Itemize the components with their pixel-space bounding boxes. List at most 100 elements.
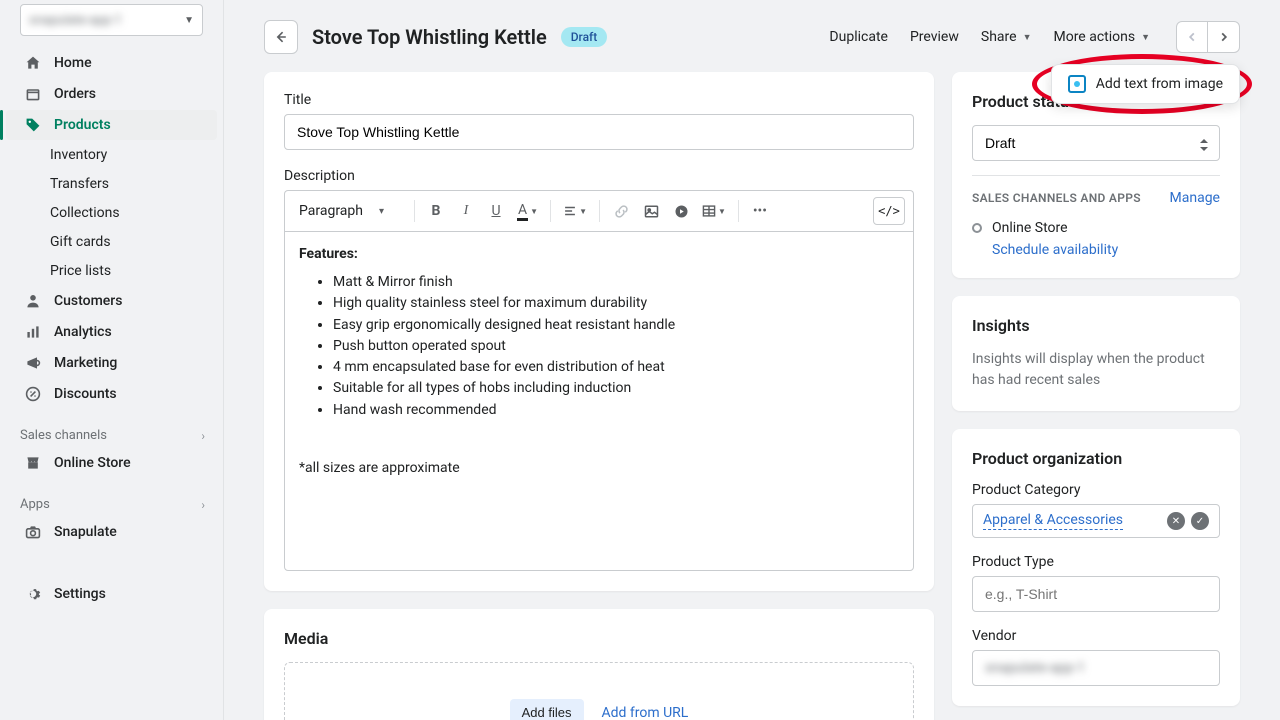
manage-link[interactable]: Manage	[1170, 190, 1220, 206]
divider	[550, 200, 551, 222]
category-tag: Apparel & Accessories	[983, 512, 1123, 530]
chevron-down-icon: ▼	[184, 15, 194, 26]
chevron-right-icon: ›	[201, 498, 205, 512]
nav-label: Transfers	[50, 176, 109, 192]
nav-app-snapulate[interactable]: Snapulate	[6, 517, 217, 547]
channel-name: Online Store	[992, 220, 1068, 236]
product-type-input[interactable]	[972, 576, 1220, 612]
preview-action[interactable]: Preview	[910, 29, 959, 45]
editor-toolbar: Paragraph B I U A▼ ▼ ▼ ••	[284, 190, 914, 231]
nav-discounts[interactable]: Discounts	[6, 379, 217, 409]
table-icon	[702, 204, 716, 218]
nav-label: Inventory	[50, 147, 107, 163]
feature: Suitable for all types of hobs including…	[333, 378, 899, 398]
nav-analytics[interactable]: Analytics	[6, 317, 217, 347]
divider	[414, 200, 415, 222]
sales-channels-header[interactable]: Sales channels ›	[0, 420, 223, 447]
features-heading: Features:	[299, 246, 358, 262]
arrow-left-icon	[273, 29, 289, 45]
vendor-input[interactable]: snapulate-app-1	[972, 650, 1220, 686]
marketing-icon	[24, 354, 42, 372]
gear-icon	[24, 585, 42, 603]
prev-button[interactable]	[1176, 21, 1208, 53]
nav-label: Orders	[54, 86, 96, 102]
code-view-button[interactable]: </>	[873, 197, 905, 225]
media-dropzone[interactable]: Add files Add from URL	[284, 662, 914, 720]
italic-button[interactable]: I	[453, 198, 479, 224]
tag-icon	[24, 116, 42, 134]
nav-price-lists[interactable]: Price lists	[6, 257, 217, 285]
format-select[interactable]: Paragraph	[293, 199, 406, 223]
back-button[interactable]	[264, 20, 298, 54]
share-action[interactable]: Share▼	[981, 29, 1032, 45]
chevron-down-icon: ▼	[1023, 32, 1032, 43]
camera-icon	[24, 523, 42, 541]
link-icon	[614, 204, 629, 219]
divider	[972, 175, 1220, 176]
category-input[interactable]: Apparel & Accessories ✕ ✓	[972, 504, 1220, 538]
nav-label: Price lists	[50, 263, 111, 279]
nav-settings[interactable]: Settings	[6, 579, 217, 609]
camera-icon	[1068, 75, 1086, 93]
discount-icon	[24, 385, 42, 403]
nav-online-store[interactable]: Online Store	[6, 448, 217, 478]
category-label: Product Category	[972, 482, 1220, 498]
bold-button[interactable]: B	[423, 198, 449, 224]
image-icon	[644, 204, 659, 219]
nav-label: Discounts	[54, 386, 117, 402]
chevron-left-icon	[1186, 31, 1198, 43]
sizes-note: *all sizes are approximate	[299, 460, 899, 476]
next-button[interactable]	[1208, 21, 1240, 53]
more-button[interactable]: •••	[747, 198, 773, 224]
chevron-right-icon: ›	[201, 429, 205, 443]
main-content: Stove Top Whistling Kettle Draft Duplica…	[224, 0, 1280, 720]
duplicate-action[interactable]: Duplicate	[829, 29, 888, 45]
nav-marketing[interactable]: Marketing	[6, 348, 217, 378]
topbar: Stove Top Whistling Kettle Draft Duplica…	[264, 20, 1240, 54]
media-heading: Media	[284, 629, 914, 648]
organization-card: Product organization Product Category Ap…	[952, 429, 1240, 706]
schedule-availability-link[interactable]: Schedule availability	[992, 242, 1220, 258]
store-selector[interactable]: snapulate-app-1 ▼	[20, 4, 203, 36]
store-icon	[24, 454, 42, 472]
home-icon	[24, 54, 42, 72]
nav-collections[interactable]: Collections	[6, 199, 217, 227]
add-files-button[interactable]: Add files	[510, 699, 584, 720]
feature: Matt & Mirror finish	[333, 272, 899, 292]
nav-inventory[interactable]: Inventory	[6, 141, 217, 169]
nav-orders[interactable]: Orders	[6, 79, 217, 109]
nav-customers[interactable]: Customers	[6, 286, 217, 316]
align-button[interactable]: ▼	[559, 198, 591, 224]
link-button[interactable]	[608, 198, 634, 224]
apps-header[interactable]: Apps ›	[0, 489, 223, 516]
dropdown-item-add-text[interactable]: Add text from image	[1096, 76, 1223, 92]
confirm-icon[interactable]: ✓	[1191, 512, 1209, 530]
add-from-url-link[interactable]: Add from URL	[602, 705, 689, 720]
image-button[interactable]	[638, 198, 664, 224]
description-editor[interactable]: Features: Matt & Mirror finish High qual…	[284, 231, 914, 571]
feature: High quality stainless steel for maximum…	[333, 293, 899, 313]
nav-products[interactable]: Products	[6, 110, 217, 140]
status-dot-icon	[972, 223, 982, 233]
video-button[interactable]	[668, 198, 694, 224]
more-actions[interactable]: More actions▼	[1053, 29, 1150, 45]
title-input[interactable]	[284, 114, 914, 150]
nav-transfers[interactable]: Transfers	[6, 170, 217, 198]
channel-item: Online Store	[972, 220, 1220, 236]
title-label: Title	[284, 92, 914, 108]
nav-gift-cards[interactable]: Gift cards	[6, 228, 217, 256]
feature: Easy grip ergonomically designed heat re…	[333, 315, 899, 335]
description-label: Description	[284, 168, 914, 184]
align-icon	[563, 204, 577, 218]
pager	[1176, 21, 1240, 53]
nav-home[interactable]: Home	[6, 48, 217, 78]
clear-icon[interactable]: ✕	[1167, 512, 1185, 530]
nav-label: Analytics	[54, 324, 112, 340]
store-name: snapulate-app-1	[29, 13, 122, 28]
page-title: Stove Top Whistling Kettle	[312, 25, 547, 49]
table-button[interactable]: ▼	[698, 198, 730, 224]
title-description-card: Title Description Paragraph B I U A▼ ▼	[264, 72, 934, 591]
status-select[interactable]	[972, 125, 1220, 161]
text-color-button[interactable]: A▼	[513, 198, 542, 224]
underline-button[interactable]: U	[483, 198, 509, 224]
